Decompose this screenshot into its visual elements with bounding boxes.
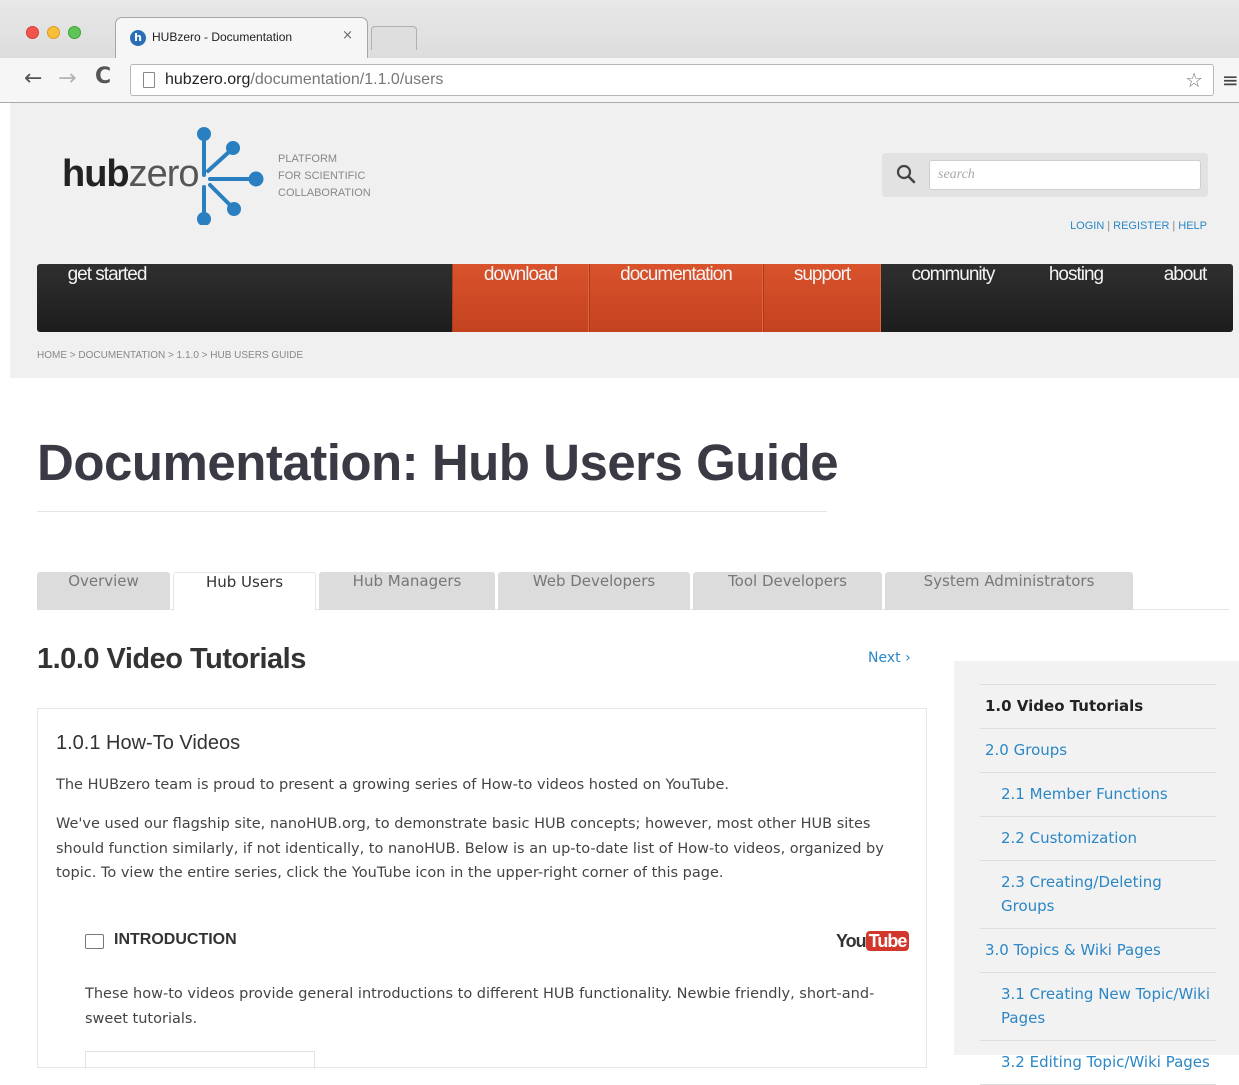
tab-overview[interactable]: Overview: [37, 572, 170, 610]
url-path: /documentation/1.1.0/users: [250, 71, 444, 88]
separator: |: [1107, 220, 1111, 232]
toc-item-groups[interactable]: 2.0 Groups: [980, 729, 1216, 773]
toc-item-topics-wiki-pages[interactable]: 3.0 Topics & Wiki Pages: [980, 929, 1216, 973]
toc-item-creating-new-topic[interactable]: 3.1 Creating New Topic/Wiki Pages: [980, 973, 1216, 1041]
toc-item-customization[interactable]: 2.2 Customization: [980, 817, 1216, 861]
nav-support[interactable]: support: [763, 264, 881, 332]
youtube-you: You: [836, 931, 867, 951]
introduction-title: INTRODUCTION: [114, 931, 237, 948]
toc-item-creating-deleting-groups[interactable]: 2.3 Creating/Deleting Groups: [980, 861, 1216, 929]
back-button[interactable]: ←: [24, 66, 42, 91]
logo-bold: hub: [62, 153, 130, 195]
nav-download[interactable]: download: [452, 264, 589, 332]
new-tab-button[interactable]: [371, 26, 417, 50]
tagline: PLATFORM FOR SCIENTIFIC COLLABORATION: [278, 151, 371, 202]
search-icon[interactable]: [894, 162, 918, 186]
section-title: 1.0.0 Video Tutorials: [37, 643, 306, 675]
nav-documentation[interactable]: documentation: [589, 264, 763, 332]
tagline-line: FOR SCIENTIFIC: [278, 170, 366, 182]
intro-paragraph: The HUBzero team is proud to present a g…: [56, 777, 730, 793]
toc-item-video-tutorials[interactable]: 1.0 Video Tutorials: [980, 684, 1216, 729]
url-domain: hubzero.org: [165, 71, 251, 88]
subsection-title: 1.0.1 How-To Videos: [56, 732, 241, 754]
search-box: [882, 153, 1208, 197]
browser-menu-icon[interactable]: ≡: [1222, 68, 1239, 92]
address-bar[interactable]: hubzero.org/documentation/1.1.0/users ☆: [130, 64, 1214, 96]
video-card[interactable]: [85, 1051, 315, 1069]
title-divider: [37, 511, 827, 512]
close-window-button[interactable]: [26, 26, 39, 39]
nav-about[interactable]: about: [1147, 264, 1223, 332]
search-input[interactable]: [929, 160, 1201, 190]
main-nav: get started download documentation suppo…: [37, 264, 1233, 332]
nav-get-started[interactable]: get started: [37, 264, 177, 332]
tagline-line: PLATFORM: [278, 153, 338, 165]
next-link[interactable]: Next ›: [868, 650, 911, 666]
separator: |: [1172, 220, 1176, 232]
introduction-paragraph: These how-to videos provide general intr…: [85, 986, 875, 1027]
zoom-window-button[interactable]: [68, 26, 81, 39]
forward-button[interactable]: →: [58, 66, 76, 91]
browser-tab-active[interactable]: h HUBzero - Documentation ×: [115, 17, 368, 59]
login-link[interactable]: LOGIN: [1070, 220, 1104, 232]
tagline-line: COLLABORATION: [278, 187, 371, 199]
minimize-window-button[interactable]: [47, 26, 60, 39]
tab-system-administrators[interactable]: System Administrators: [885, 572, 1133, 610]
tab-tool-developers[interactable]: Tool Developers: [693, 572, 882, 610]
tab-web-developers[interactable]: Web Developers: [498, 572, 690, 610]
tab-hub-users[interactable]: Hub Users: [173, 572, 316, 611]
description-paragraph: We've used our flagship site, nanoHUB.or…: [56, 816, 884, 881]
reload-button[interactable]: C: [95, 64, 111, 89]
bookmark-star-icon[interactable]: ☆: [1185, 68, 1203, 92]
nav-community[interactable]: community: [897, 264, 1009, 332]
youtube-tube: Tube: [865, 931, 910, 951]
toc-sidebar: 1.0 Video Tutorials 2.0 Groups 2.1 Membe…: [954, 661, 1239, 1085]
toc-item-editing-topic[interactable]: 3.2 Editing Topic/Wiki Pages: [980, 1041, 1216, 1085]
hubzero-logo[interactable]: hubzero: [62, 153, 200, 196]
browser-toolbar: ← → C hubzero.org/documentation/1.1.0/us…: [0, 58, 1239, 102]
hubzero-logo-mark-icon: [197, 127, 264, 225]
breadcrumb[interactable]: HOME > DOCUMENTATION > 1.1.0 > HUB USERS…: [37, 350, 303, 361]
url-text[interactable]: hubzero.org/documentation/1.1.0/users: [165, 71, 443, 89]
help-link[interactable]: HELP: [1178, 220, 1207, 232]
register-link[interactable]: REGISTER: [1113, 220, 1169, 232]
youtube-icon[interactable]: You Tube: [836, 931, 910, 952]
tv-icon: [85, 934, 104, 949]
user-links: LOGIN | REGISTER | HELP: [1070, 220, 1207, 232]
browser-chrome: h HUBzero - Documentation × ← → C hubzer…: [0, 0, 1239, 103]
web-page: hubzero PLATFORM FOR SCIENTIFIC COLLABOR…: [10, 103, 1239, 1085]
page-title: Documentation: Hub Users Guide: [37, 434, 839, 491]
content-box: 1.0.1 How-To Videos The HUBzero team is …: [37, 708, 927, 1069]
doc-tabs: Overview Hub Users Hub Managers Web Deve…: [37, 572, 1229, 611]
toc-list: 1.0 Video Tutorials 2.0 Groups 2.1 Membe…: [980, 684, 1216, 1085]
hubzero-favicon-icon: h: [130, 30, 146, 46]
toc-item-member-functions[interactable]: 2.1 Member Functions: [980, 773, 1216, 817]
tab-hub-managers[interactable]: Hub Managers: [319, 572, 495, 610]
nav-hosting[interactable]: hosting: [1035, 264, 1117, 332]
page-icon: [143, 72, 155, 88]
tab-close-icon[interactable]: ×: [342, 28, 353, 43]
browser-tab-title: HUBzero - Documentation: [152, 30, 293, 44]
